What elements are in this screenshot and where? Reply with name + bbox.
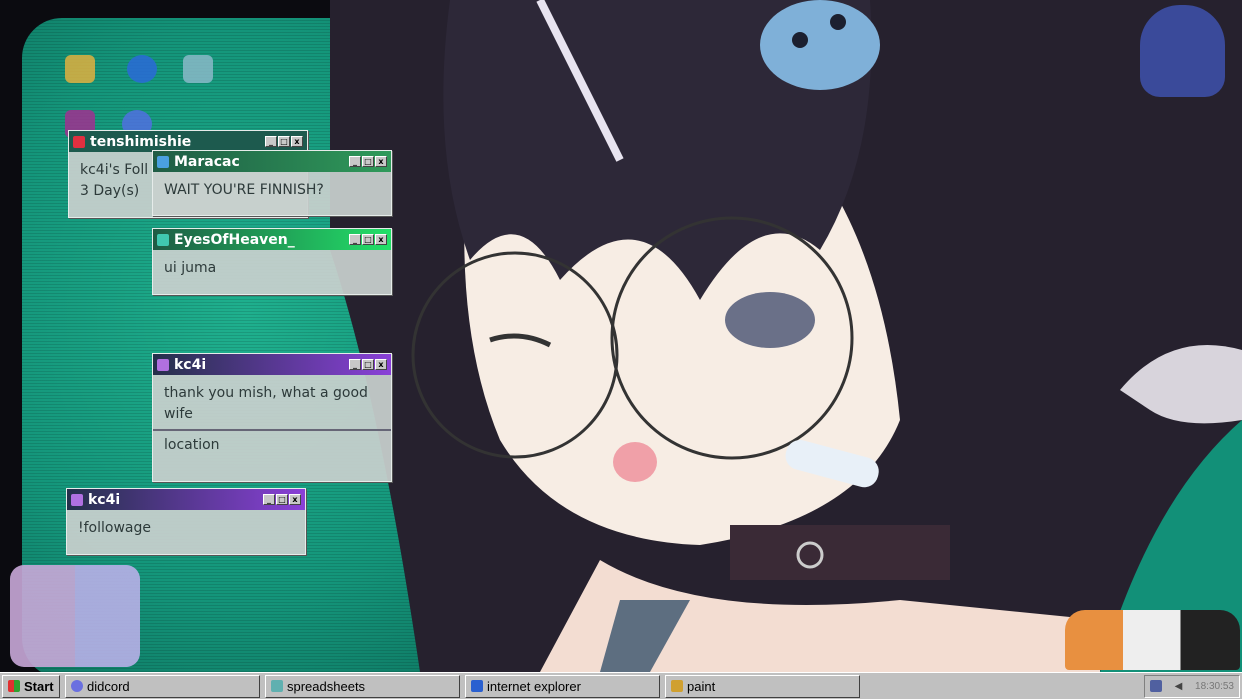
window-control-button[interactable]: □ — [276, 494, 288, 505]
paint-icon — [671, 680, 683, 692]
window-control-button[interactable]: □ — [362, 359, 374, 370]
chat-window: kc4i _ □ x thank you mish, what a good wife l… — [152, 353, 392, 482]
window-control-button[interactable]: x — [375, 234, 387, 245]
window-controls[interactable]: _ □ x — [265, 136, 303, 147]
taskbar-internet-explorer[interactable]: internet explorer — [465, 674, 660, 698]
chat-window: Maracac _ □ x WAIT YOU'RE FINNISH? — [152, 150, 392, 216]
window-control-button[interactable]: □ — [362, 234, 374, 245]
camera-icon — [73, 135, 85, 148]
taskbar-paint[interactable]: paint — [665, 674, 860, 698]
gift-icon — [157, 155, 169, 168]
robot-mascots — [10, 565, 140, 667]
window-control-button[interactable]: _ — [349, 359, 361, 370]
window-controls[interactable]: _ □ x — [349, 234, 387, 245]
window-control-button[interactable]: x — [375, 359, 387, 370]
ie-icon — [471, 680, 483, 692]
pixel-characters — [1065, 610, 1240, 670]
window-control-button[interactable]: □ — [278, 136, 290, 147]
system-tray: ◀ 18:30:53 — [1144, 674, 1240, 698]
gift-icon — [157, 233, 169, 246]
window-controls[interactable]: _ □ x — [349, 359, 387, 370]
crown-icon — [71, 493, 83, 506]
clock: 18:30:53 — [1195, 680, 1234, 692]
taskbar-spreadsheets[interactable]: spreadsheets — [265, 674, 460, 698]
taskbar: Start didcord spreadsheets internet expl… — [0, 672, 1242, 699]
discord-icon — [71, 680, 83, 692]
notepad-icon — [271, 680, 283, 692]
anime-character-art — [330, 0, 1242, 672]
ghost-hairclip — [760, 0, 880, 90]
volume-icon[interactable]: ◀ — [1175, 681, 1183, 692]
window-control-button[interactable]: x — [375, 156, 387, 167]
window-control-button[interactable]: _ — [349, 156, 361, 167]
collar — [730, 525, 950, 580]
window-controls[interactable]: _ □ x — [263, 494, 301, 505]
taskbar-didcord[interactable]: didcord — [65, 674, 260, 698]
chat-window: EyesOfHeaven_ _ □ x ui juma — [152, 228, 392, 295]
window-controls[interactable]: _ □ x — [349, 156, 387, 167]
crown-icon — [157, 358, 169, 371]
window-control-button[interactable]: x — [291, 136, 303, 147]
chibi-avatar — [1140, 5, 1225, 97]
start-button[interactable]: Start — [2, 674, 60, 698]
window-control-button[interactable]: _ — [263, 494, 275, 505]
window-control-button[interactable]: _ — [265, 136, 277, 147]
window-control-button[interactable]: x — [289, 494, 301, 505]
window-control-button[interactable]: □ — [362, 156, 374, 167]
window-control-button[interactable]: _ — [349, 234, 361, 245]
network-icon[interactable] — [1150, 680, 1162, 692]
chat-window: kc4i _ □ x !followage — [66, 488, 306, 555]
windows-logo-icon — [8, 680, 20, 692]
